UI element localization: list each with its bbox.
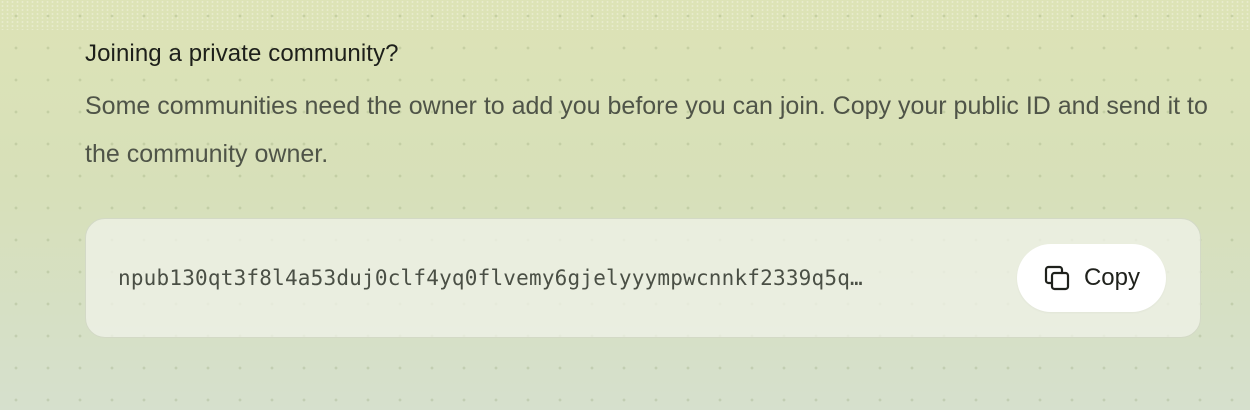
public-id-value[interactable]: npub130qt3f8l4a53duj0clf4yq0flvemy6gjely… bbox=[118, 266, 986, 290]
background-grain bbox=[0, 0, 1250, 30]
private-community-section: Joining a private community? Some commun… bbox=[85, 38, 1208, 338]
public-id-box: npub130qt3f8l4a53duj0clf4yq0flvemy6gjely… bbox=[85, 218, 1201, 338]
section-heading: Joining a private community? bbox=[85, 40, 399, 67]
copy-button[interactable]: Copy bbox=[1016, 244, 1166, 312]
copy-button-label: Copy bbox=[1083, 264, 1140, 291]
section-description: Some communities need the owner to add y… bbox=[85, 92, 1208, 168]
copy-icon bbox=[1042, 263, 1072, 293]
